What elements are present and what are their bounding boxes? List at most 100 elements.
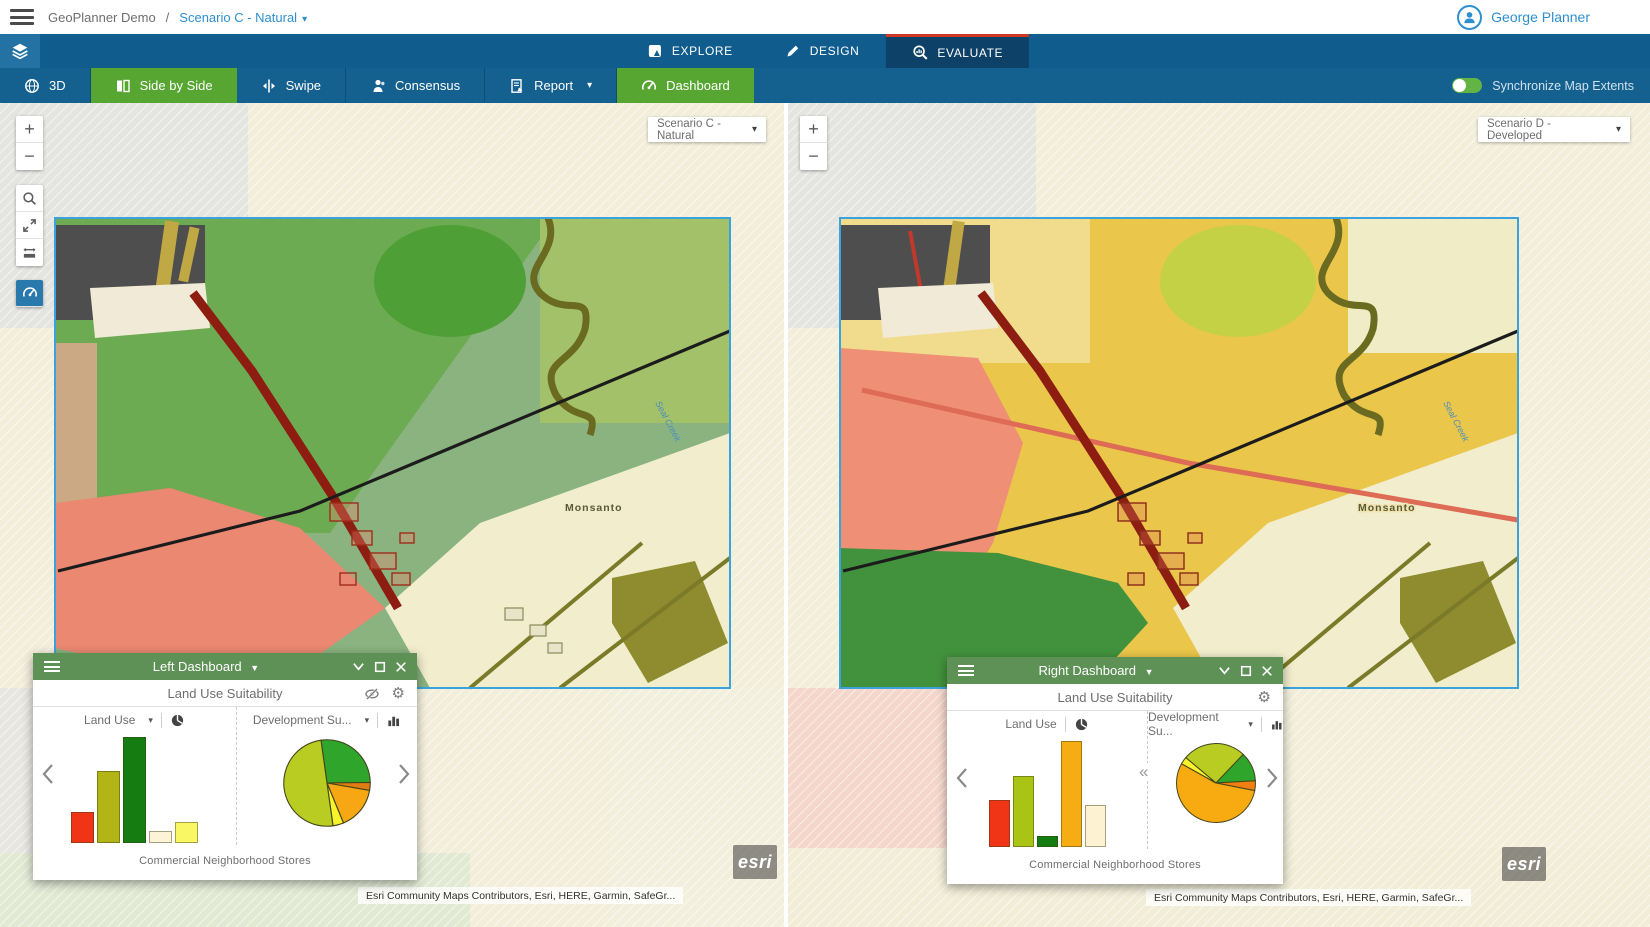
gear-icon[interactable]: ⚙	[392, 686, 405, 701]
scenario-breadcrumb[interactable]: Scenario C - Natural▾	[179, 10, 307, 25]
chart-selector[interactable]: Development Su...	[253, 713, 352, 727]
maximize-icon[interactable]	[1240, 665, 1252, 677]
geoplanner-app: GeoPlanner Demo / Scenario C - Natural▾ …	[0, 0, 1650, 927]
layers-icon	[11, 42, 29, 60]
dashboard-title[interactable]: Left Dashboard ▼	[60, 659, 352, 674]
search-icon	[22, 191, 37, 206]
3d-button[interactable]: 3D	[0, 68, 91, 103]
left-dashboard-titlebar[interactable]: Left Dashboard ▼	[33, 653, 417, 680]
caret-down-icon: ▾	[752, 124, 757, 135]
caret-down-icon: ▾	[1248, 719, 1253, 730]
bar-segment	[989, 800, 1010, 847]
land-use-bar-chart[interactable]	[33, 737, 236, 843]
user-avatar-icon	[1457, 5, 1482, 30]
dashboard-panel-title: Land Use Suitability	[1058, 690, 1173, 705]
expand-button[interactable]	[16, 212, 43, 239]
evaluate-icon	[911, 44, 928, 61]
development-suitability-pie[interactable]	[1174, 741, 1258, 825]
expand-icon	[22, 218, 37, 233]
zoom-in-button[interactable]: +	[16, 116, 43, 143]
report-button[interactable]: Report ▾	[485, 68, 617, 103]
caret-down-icon: ▾	[1616, 124, 1621, 135]
maximize-icon[interactable]	[374, 661, 386, 673]
bar-segment	[1037, 836, 1058, 847]
sync-extents-control: Synchronize Map Extents	[1452, 68, 1634, 103]
chart-selector[interactable]: Land Use	[84, 713, 135, 727]
dashboard-menu-icon[interactable]	[44, 661, 60, 672]
tab-design[interactable]: DESIGN	[759, 34, 886, 68]
dashboard-widget-button[interactable]	[16, 280, 43, 307]
dashboard-menu-icon[interactable]	[958, 665, 974, 676]
dashboard-title[interactable]: Right Dashboard ▼	[974, 663, 1218, 678]
collapse-icon[interactable]	[1218, 664, 1231, 677]
side-by-side-button[interactable]: Side by Side	[91, 68, 237, 103]
explore-map-icon	[647, 43, 663, 59]
swipe-button[interactable]: Swipe	[237, 68, 346, 103]
visibility-off-icon[interactable]	[364, 686, 380, 702]
scenario-selector-left[interactable]: Scenario C - Natural▾	[648, 117, 766, 142]
attribution-left: Esri Community Maps Contributors, Esri, …	[358, 887, 683, 904]
bar-chart-icon[interactable]	[386, 713, 401, 728]
pie-slice	[321, 740, 370, 783]
next-chart-chevron[interactable]	[1265, 767, 1279, 789]
caret-down-icon: ▾	[587, 80, 592, 91]
close-icon[interactable]	[1261, 665, 1273, 677]
bar-chart-icon[interactable]	[1270, 717, 1283, 732]
dashboard-button[interactable]: Dashboard	[617, 68, 754, 103]
caret-down-icon: ▾	[148, 715, 153, 726]
mode-tabs: EXPLORE DESIGN EVALUATE	[621, 34, 1029, 68]
right-dashboard-window: Right Dashboard ▼ Land Use Suitability ⚙…	[947, 657, 1283, 884]
place-label: Monsanto	[1358, 502, 1416, 514]
bar-segment	[71, 812, 94, 843]
dashboard-gauge-icon	[22, 285, 38, 301]
next-chart-chevron[interactable]	[397, 763, 411, 785]
chart-selector[interactable]: Land Use	[1005, 717, 1056, 731]
menu-icon[interactable]	[10, 9, 34, 25]
scenario-selector-right[interactable]: Scenario D - Developed▾	[1478, 117, 1630, 142]
chart-caption: Commercial Neighborhood Stores	[33, 845, 417, 880]
swipe-widget-button[interactable]	[16, 239, 43, 266]
zoom-out-button[interactable]: −	[800, 143, 827, 170]
sync-extents-toggle[interactable]	[1452, 78, 1482, 93]
right-dashboard-titlebar[interactable]: Right Dashboard ▼	[947, 657, 1283, 684]
development-suitability-pie[interactable]	[281, 737, 373, 829]
pencil-icon	[785, 43, 801, 59]
prev-chart-chevron[interactable]	[955, 767, 969, 789]
side-by-side-icon	[115, 78, 131, 94]
pie-chart-section: Development Su... ▾	[1148, 711, 1283, 849]
caret-down-icon: ▼	[1145, 667, 1154, 677]
dashboard-panel-title: Land Use Suitability	[168, 686, 283, 701]
esri-logo-right[interactable]: esri	[1502, 847, 1546, 881]
report-icon	[509, 78, 525, 94]
zoom-in-button[interactable]: +	[800, 116, 827, 143]
collapse-icon[interactable]	[352, 660, 365, 673]
evaluate-toolbar: 3D Side by Side Swipe Consensus Report ▾…	[0, 68, 1650, 103]
search-button[interactable]	[16, 185, 43, 212]
bar-segment	[149, 831, 172, 843]
land-use-bar-chart[interactable]	[947, 741, 1147, 847]
user-menu[interactable]: George Planner	[1457, 0, 1590, 34]
bar-segment	[1013, 776, 1034, 847]
nav-bar: EXPLORE DESIGN EVALUATE	[0, 34, 1650, 68]
esri-logo-left[interactable]: esri	[733, 845, 777, 879]
pie-chart-icon[interactable]	[170, 713, 185, 728]
zoom-out-button[interactable]: −	[16, 143, 43, 170]
tab-evaluate[interactable]: EVALUATE	[885, 34, 1029, 68]
bar-segment	[1061, 741, 1082, 847]
sync-extents-label: Synchronize Map Extents	[1492, 79, 1634, 93]
chart-caption: Commercial Neighborhood Stores	[947, 849, 1283, 884]
bar-segment	[97, 771, 120, 843]
pie-chart-icon[interactable]	[1074, 717, 1089, 732]
swipe-ruler-icon	[22, 245, 37, 260]
person-icon	[1462, 10, 1477, 25]
close-icon[interactable]	[395, 661, 407, 673]
tab-explore[interactable]: EXPLORE	[621, 34, 759, 68]
consensus-button[interactable]: Consensus	[346, 68, 485, 103]
layers-button[interactable]	[0, 34, 40, 68]
prev-chart-chevron[interactable]	[41, 763, 55, 785]
zoom-control-right: + −	[800, 116, 827, 170]
user-name: George Planner	[1491, 9, 1590, 25]
gear-icon[interactable]: ⚙	[1258, 690, 1271, 705]
app-title: GeoPlanner Demo	[48, 10, 156, 25]
chart-selector[interactable]: Development Su...	[1148, 710, 1235, 738]
